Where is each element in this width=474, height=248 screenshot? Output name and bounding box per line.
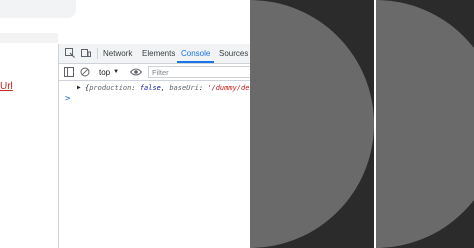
device-toolbar-icon[interactable] (79, 46, 93, 60)
context-label: top (99, 67, 111, 77)
object-key-production: production (89, 84, 132, 92)
dark-panel-right (376, 0, 474, 248)
devtools-tab-bar: Network Elements Console Sources (59, 44, 251, 64)
logged-object: {production: false, baseUri: '/dummy/dev… (85, 82, 251, 94)
object-value-production: false (139, 84, 161, 92)
dark-panel-left (250, 0, 374, 248)
console-prompt[interactable]: > (65, 94, 70, 104)
inspect-element-icon[interactable] (63, 46, 77, 60)
expand-triangle-icon[interactable]: ▶ (77, 82, 81, 94)
page-strip (0, 33, 58, 43)
object-key-baseuri: baseUri (169, 84, 199, 92)
half-circle-shape (376, 0, 474, 248)
console-toolbar: top ▼ Filter (59, 64, 251, 81)
half-circle-shape (250, 0, 374, 248)
address-bar-edge[interactable] (0, 0, 76, 18)
clear-console-icon[interactable] (78, 65, 92, 79)
console-log-entry[interactable]: ▶ {production: false, baseUri: '/dummy/d… (59, 82, 251, 94)
sidebar-toggle-icon[interactable] (62, 65, 76, 79)
tab-network[interactable]: Network (99, 44, 136, 63)
tab-elements[interactable]: Elements (138, 44, 179, 63)
page-link[interactable]: Url (0, 81, 13, 92)
page-content (0, 18, 58, 248)
tab-separator (97, 48, 98, 59)
tab-sources[interactable]: Sources (215, 44, 252, 63)
tab-console[interactable]: Console (177, 44, 215, 63)
devtools-panel: Network Elements Console Sources top ▼ F… (58, 44, 251, 248)
live-expression-eye-icon[interactable] (129, 65, 143, 79)
dropdown-arrow-icon: ▼ (113, 69, 120, 75)
object-value-baseuri: '/dummy/dev/api/ (207, 84, 251, 92)
context-selector[interactable]: top ▼ (99, 65, 119, 79)
filter-input[interactable]: Filter (148, 66, 251, 78)
